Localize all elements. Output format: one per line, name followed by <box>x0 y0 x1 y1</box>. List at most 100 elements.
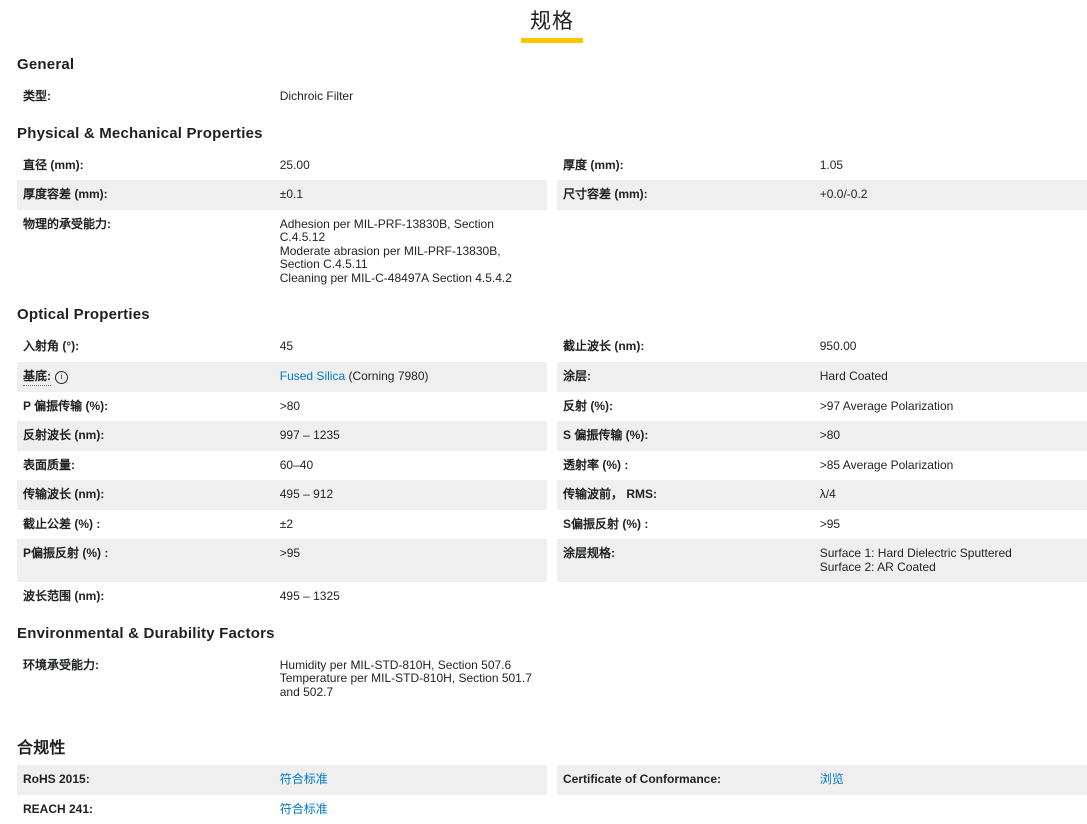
section-title-general: General <box>17 56 1087 73</box>
spec-value-line: Temperature per MIL-STD-810H, Section 50… <box>280 672 541 699</box>
value-link[interactable]: 符合标准 <box>280 772 328 786</box>
spec-label-text: 透射率 (%) : <box>563 458 628 472</box>
value-text: 45 <box>280 339 293 353</box>
value-text: 1.05 <box>820 158 843 172</box>
value-text: ±0.1 <box>280 187 303 201</box>
value-link[interactable]: 浏览 <box>820 772 844 786</box>
spec-value: 符合标准 <box>280 773 547 787</box>
spec-label-text: 厚度容差 (mm): <box>23 187 108 201</box>
spec-label: RoHS 2015: <box>23 773 280 787</box>
spec-label: 截止公差 (%) : <box>23 518 280 532</box>
spec-value: 符合标准 <box>280 803 547 817</box>
spec-label: Certificate of Conformance: <box>563 773 820 787</box>
spec-cell: 截止公差 (%) :±2 <box>17 510 547 540</box>
spec-label: 厚度 (mm): <box>563 159 820 173</box>
spec-value-line: Humidity per MIL-STD-810H, Section 507.6 <box>280 659 541 673</box>
value-link[interactable]: Fused Silica <box>280 369 345 383</box>
value-text: Hard Coated <box>820 369 888 383</box>
info-icon[interactable]: i <box>55 371 68 384</box>
spec-label: 厚度容差 (mm): <box>23 188 280 202</box>
spec-cell-empty <box>557 795 1087 824</box>
spec-label: 类型: <box>23 90 280 104</box>
spec-label: 反射 (%): <box>563 400 820 414</box>
spec-value: Adhesion per MIL-PRF-13830B, Section C.4… <box>280 218 547 286</box>
spec-label-text: P 偏振传输 (%): <box>23 399 108 413</box>
spec-label-text: P偏振反射 (%) : <box>23 546 108 560</box>
page-title-wrap: 规格 <box>17 5 1087 43</box>
spec-cell: 厚度容差 (mm): ±0.1 <box>17 180 547 210</box>
spec-label: 环境承受能力: <box>23 659 280 673</box>
spec-label-text: 直径 (mm): <box>23 158 84 172</box>
spec-label-text: 传输波长 (nm): <box>23 487 104 501</box>
value-text: 60–40 <box>280 458 313 472</box>
spec-row: 直径 (mm): 25.00 厚度 (mm):1.05 <box>17 151 1087 181</box>
value-link[interactable]: 符合标准 <box>280 802 328 816</box>
value-text: 495 – 912 <box>280 487 333 501</box>
spec-cell: 厚度 (mm):1.05 <box>557 151 1087 181</box>
spec-row: 类型:Dichroic Filter <box>17 82 1087 112</box>
spec-sections: General类型:Dichroic FilterPhysical & Mech… <box>17 56 1087 824</box>
spec-value: λ/4 <box>820 488 1087 502</box>
spec-cell: 透射率 (%) : >85 Average Polarization <box>557 451 1087 481</box>
spec-cell: 物理的承受能力: Adhesion per MIL-PRF-13830B, Sec… <box>17 210 547 294</box>
section-title-compliance: 合规性 <box>17 734 1087 758</box>
value-text: 25.00 <box>280 158 310 172</box>
spec-label-text: 涂层: <box>563 369 591 383</box>
spec-label-text: REACH 241: <box>23 802 93 816</box>
spec-cell: 截止波长 (nm):950.00 <box>557 332 1087 362</box>
spec-value: 495 – 912 <box>280 488 547 502</box>
spec-label-text: 类型: <box>23 89 51 103</box>
spec-value: >97 Average Polarization <box>820 400 1087 414</box>
spec-label: 涂层: <box>563 370 820 384</box>
spec-cell: 传输波长 (nm): 495 – 912 <box>17 480 547 510</box>
spec-cell: P偏振反射 (%) : >95 <box>17 539 547 582</box>
spec-row: 入射角 (°): 45 截止波长 (nm):950.00 <box>17 332 1087 362</box>
title-underline-accent <box>521 38 583 43</box>
spec-value: >80 <box>280 400 547 414</box>
spec-row: 基底: i Fused Silica (Corning 7980) 涂层: Hard C… <box>17 362 1087 392</box>
spec-cell: 直径 (mm): 25.00 <box>17 151 547 181</box>
value-text: 997 – 1235 <box>280 428 340 442</box>
spec-row: 截止公差 (%) :±2 S偏振反射 (%) : >95 <box>17 510 1087 540</box>
value-text: (Corning 7980) <box>345 369 428 383</box>
spec-value: 60–40 <box>280 459 547 473</box>
spec-cell: S 偏振传输 (%):>80 <box>557 421 1087 451</box>
spec-value: ±0.1 <box>280 188 547 202</box>
spec-value: >85 Average Polarization <box>820 459 1087 473</box>
spec-value: 浏览 <box>820 773 1087 787</box>
spec-cell: 类型:Dichroic Filter <box>17 82 547 112</box>
spec-label-text[interactable]: 基底: <box>23 369 51 386</box>
spec-label-text: 反射 (%): <box>563 399 613 413</box>
spec-cell: 反射波长 (nm):997 – 1235 <box>17 421 547 451</box>
spec-label: 反射波长 (nm): <box>23 429 280 443</box>
value-text: >80 <box>820 428 840 442</box>
spec-cell: RoHS 2015:符合标准 <box>17 765 547 795</box>
spec-label: P 偏振传输 (%): <box>23 400 280 414</box>
value-text: 950.00 <box>820 339 857 353</box>
spec-label: 传输波前， RMS: <box>563 488 820 502</box>
page-title: 规格 <box>530 5 574 35</box>
spec-label-text: 入射角 (°): <box>23 339 79 353</box>
value-text: >85 Average Polarization <box>820 458 954 472</box>
spec-value-line: Surface 2: AR Coated <box>820 561 1081 575</box>
spec-label-text: S偏振反射 (%) : <box>563 517 648 531</box>
spec-value: >95 <box>820 518 1087 532</box>
spec-label-text: 物理的承受能力: <box>23 217 111 231</box>
spec-row: 表面质量:60–40 透射率 (%) : >85 Average Polarizat… <box>17 451 1087 481</box>
spec-value: Fused Silica (Corning 7980) <box>280 370 547 384</box>
spec-row: 物理的承受能力: Adhesion per MIL-PRF-13830B, Sec… <box>17 210 1087 294</box>
spec-label-text: 涂层规格: <box>563 546 615 560</box>
spec-label: 传输波长 (nm): <box>23 488 280 502</box>
spec-value: 25.00 <box>280 159 547 173</box>
spec-label: 基底: i <box>23 370 280 384</box>
spec-cell: 波长范围 (nm):495 – 1325 <box>17 582 547 612</box>
spec-value: 997 – 1235 <box>280 429 547 443</box>
spec-label: 表面质量: <box>23 459 280 473</box>
value-text: >95 <box>280 546 300 560</box>
spec-cell-empty <box>557 210 1087 294</box>
spec-label: 尺寸容差 (mm): <box>563 188 820 202</box>
spec-label: 入射角 (°): <box>23 340 280 354</box>
spec-value-line: Cleaning per MIL-C-48497A Section 4.5.4.… <box>280 272 541 286</box>
spec-cell: 表面质量:60–40 <box>17 451 547 481</box>
section-optical: Optical Properties入射角 (°):45截止波长 (nm):95… <box>17 306 1087 612</box>
